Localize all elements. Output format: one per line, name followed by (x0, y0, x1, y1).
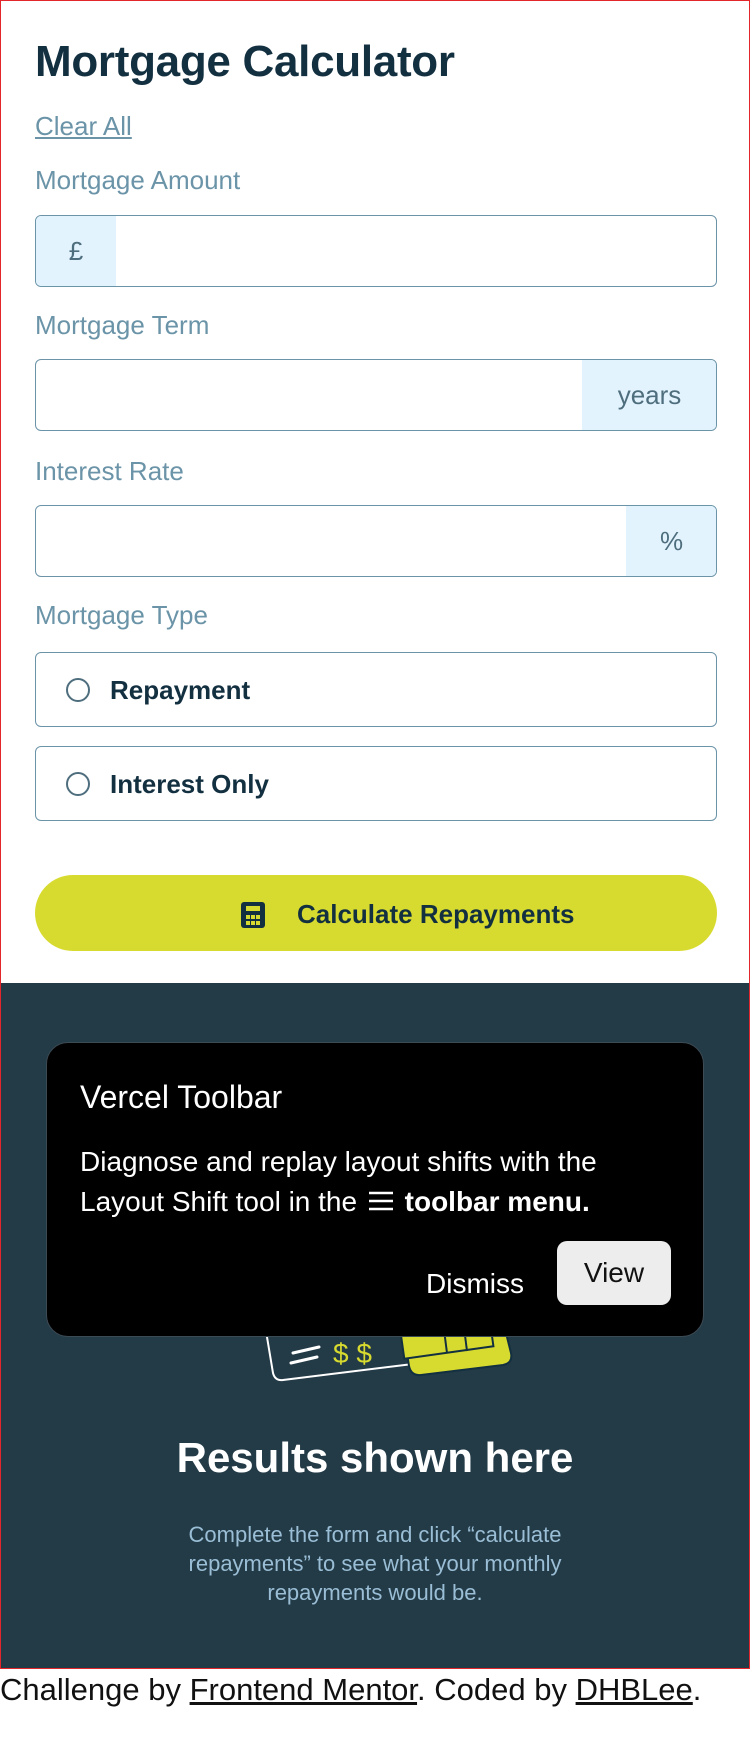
toolbar-menu-text: toolbar menu. (404, 1186, 590, 1217)
percent-suffix: % (626, 506, 716, 576)
app-frame: Mortgage Calculator Clear All Mortgage A… (0, 0, 750, 1669)
attribution-footer: Challenge by Frontend Mentor. Coded by D… (0, 1670, 750, 1710)
clear-all-link[interactable]: Clear All (35, 111, 132, 142)
results-description: Complete the form and click “calculate r… (188, 1522, 562, 1605)
svg-text:$ $: $ $ (333, 1338, 372, 1369)
currency-prefix: £ (36, 216, 116, 286)
mortgage-term-input[interactable] (36, 360, 582, 430)
author-link[interactable]: DHBLee (576, 1672, 693, 1707)
calculate-repayments-label: Calculate Repayments (297, 899, 575, 929)
toolbar-popup-message: Diagnose and replay layout shifts with t… (80, 1142, 680, 1222)
calculate-repayments-button[interactable]: Calculate Repayments (35, 875, 717, 951)
mortgage-amount-label: Mortgage Amount (35, 165, 241, 195)
attribution-prefix: Challenge by (0, 1672, 190, 1707)
radio-circle[interactable] (66, 678, 90, 702)
calculator-form: Mortgage Calculator Clear All Mortgage A… (1, 1, 749, 983)
radio-circle[interactable] (66, 772, 90, 796)
view-button[interactable]: View (557, 1241, 671, 1305)
mortgage-term-field[interactable]: years (35, 359, 717, 431)
page-title: Mortgage Calculator (35, 37, 455, 86)
interest-rate-label: Interest Rate (35, 456, 184, 486)
interest-rate-input[interactable] (36, 506, 626, 576)
mortgage-amount-input[interactable] (116, 216, 716, 286)
menu-icon (368, 1191, 393, 1211)
attribution-middle: . Coded by (417, 1672, 576, 1707)
mortgage-term-label: Mortgage Term (35, 310, 210, 340)
calculator-icon (241, 902, 265, 928)
toolbar-popup-title: Vercel Toolbar (80, 1079, 283, 1115)
radio-repayment[interactable]: Repayment (35, 652, 717, 727)
radio-interest-only[interactable]: Interest Only (35, 746, 717, 821)
interest-rate-field[interactable]: % (35, 505, 717, 577)
radio-interest-only-label: Interest Only (110, 769, 269, 799)
years-suffix: years (582, 360, 716, 430)
mortgage-type-label: Mortgage Type (35, 600, 208, 630)
vercel-toolbar-popup: Vercel Toolbar Diagnose and replay layou… (46, 1042, 704, 1337)
radio-repayment-label: Repayment (110, 675, 251, 705)
dismiss-button[interactable]: Dismiss (412, 1253, 538, 1315)
mortgage-amount-field[interactable]: £ (35, 215, 717, 287)
results-title: Results shown here (176, 1434, 574, 1481)
attribution-suffix: . (692, 1672, 702, 1707)
frontend-mentor-link[interactable]: Frontend Mentor (190, 1672, 417, 1707)
